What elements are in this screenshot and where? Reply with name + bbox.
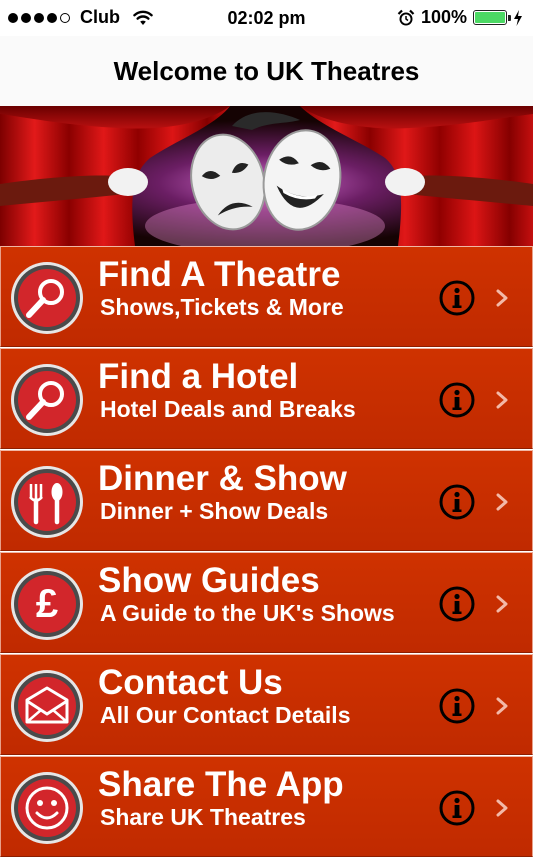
- menu-item-title: Find a Hotel: [98, 357, 299, 396]
- alarm-clock-icon: [397, 9, 415, 25]
- info-icon[interactable]: [439, 484, 475, 520]
- menu-item-dinner-and-show[interactable]: Dinner & Show Dinner + Show Deals: [0, 450, 533, 551]
- smiley-icon: [11, 772, 83, 844]
- menu-item-title: Find A Theatre: [98, 255, 341, 294]
- envelope-icon: [11, 670, 83, 742]
- menu-item-title: Share The App: [98, 765, 344, 804]
- info-icon[interactable]: [439, 382, 475, 418]
- status-bar: Club 02:02 pm 100%: [0, 0, 533, 36]
- banner-image: [0, 106, 533, 246]
- menu-item-contact-us[interactable]: Contact Us All Our Contact Details: [0, 654, 533, 755]
- menu-item-title: Contact Us: [98, 663, 283, 702]
- menu-item-title: Show Guides: [98, 561, 320, 600]
- chevron-right-icon: [496, 799, 508, 817]
- menu-item-subtitle: Hotel Deals and Breaks: [100, 396, 356, 422]
- chevron-right-icon: [496, 697, 508, 715]
- menu-item-find-a-theatre[interactable]: Find A Theatre Shows,Tickets & More: [0, 246, 533, 347]
- menu-item-share-the-app[interactable]: Share The App Share UK Theatres: [0, 756, 533, 857]
- search-icon: [11, 262, 83, 334]
- info-icon[interactable]: [439, 688, 475, 724]
- cutlery-icon: [11, 466, 83, 538]
- info-icon[interactable]: [439, 280, 475, 316]
- menu-item-find-a-hotel[interactable]: Find a Hotel Hotel Deals and Breaks: [0, 348, 533, 449]
- info-icon[interactable]: [439, 586, 475, 622]
- main-menu: Find A Theatre Shows,Tickets & More Find…: [0, 246, 533, 858]
- menu-item-show-guides[interactable]: £ Show Guides A Guide to the UK's Shows: [0, 552, 533, 653]
- menu-item-subtitle: Shows,Tickets & More: [100, 294, 344, 320]
- svg-text:£: £: [36, 582, 58, 626]
- page-title: Welcome to UK Theatres: [113, 56, 420, 86]
- battery-icon: [473, 10, 511, 25]
- nav-bar: Welcome to UK Theatres: [0, 36, 533, 106]
- menu-item-subtitle: All Our Contact Details: [100, 702, 351, 728]
- charging-bolt-icon: [514, 9, 522, 26]
- status-right: 100%: [397, 7, 523, 28]
- menu-item-subtitle: A Guide to the UK's Shows: [100, 600, 395, 626]
- battery-fill: [475, 12, 505, 23]
- theatre-masks-illustration: [0, 106, 533, 246]
- info-icon[interactable]: [439, 790, 475, 826]
- pound-icon: £: [11, 568, 83, 640]
- menu-item-subtitle: Dinner + Show Deals: [100, 498, 329, 524]
- chevron-right-icon: [496, 391, 508, 409]
- menu-item-subtitle: Share UK Theatres: [100, 804, 306, 830]
- search-icon: [11, 364, 83, 436]
- chevron-right-icon: [496, 289, 508, 307]
- battery-percent: 100%: [420, 7, 467, 27]
- menu-item-title: Dinner & Show: [98, 459, 347, 498]
- chevron-right-icon: [496, 595, 508, 613]
- chevron-right-icon: [496, 493, 508, 511]
